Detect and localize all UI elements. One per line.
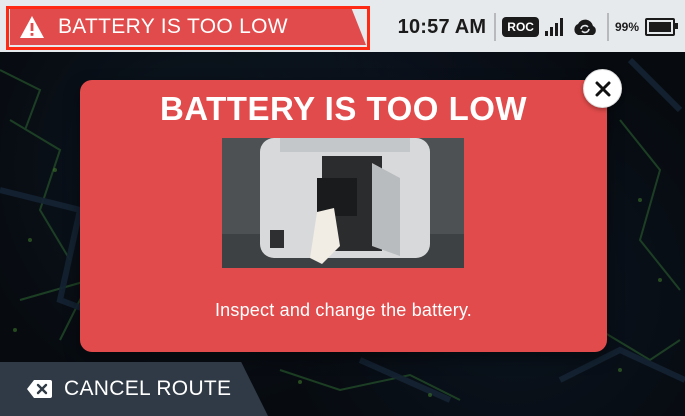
dialog-title: BATTERY IS TOO LOW — [159, 90, 528, 127]
battery-percent: 99% — [614, 20, 639, 34]
cloud-sync-icon — [574, 19, 596, 35]
battery-icon — [645, 18, 678, 36]
battery-change-image — [222, 138, 464, 268]
status-divider — [606, 13, 609, 41]
battery-alert-dialog: BATTERY IS TOO LOW Inspect and change th… — [80, 80, 607, 352]
status-divider — [494, 13, 497, 41]
cancel-route-label: CANCEL ROUTE — [64, 377, 232, 400]
delete-backspace-icon — [27, 380, 52, 398]
close-dialog-button[interactable] — [583, 69, 622, 108]
clock-time: 10:57 AM — [397, 15, 487, 38]
dialog-message: Inspect and change the battery. — [214, 300, 473, 320]
status-indicators: 10:57 AM ROC 99% — [397, 10, 678, 44]
signal-strength-icon — [544, 18, 563, 36]
status-bar: BATTERY IS TOO LOW 10:57 AM ROC 99% — [0, 0, 685, 52]
mode-badge: ROC — [502, 17, 539, 37]
alert-highlight-border — [6, 6, 370, 50]
cancel-route-button[interactable]: CANCEL ROUTE — [0, 362, 268, 416]
close-icon — [595, 81, 610, 96]
